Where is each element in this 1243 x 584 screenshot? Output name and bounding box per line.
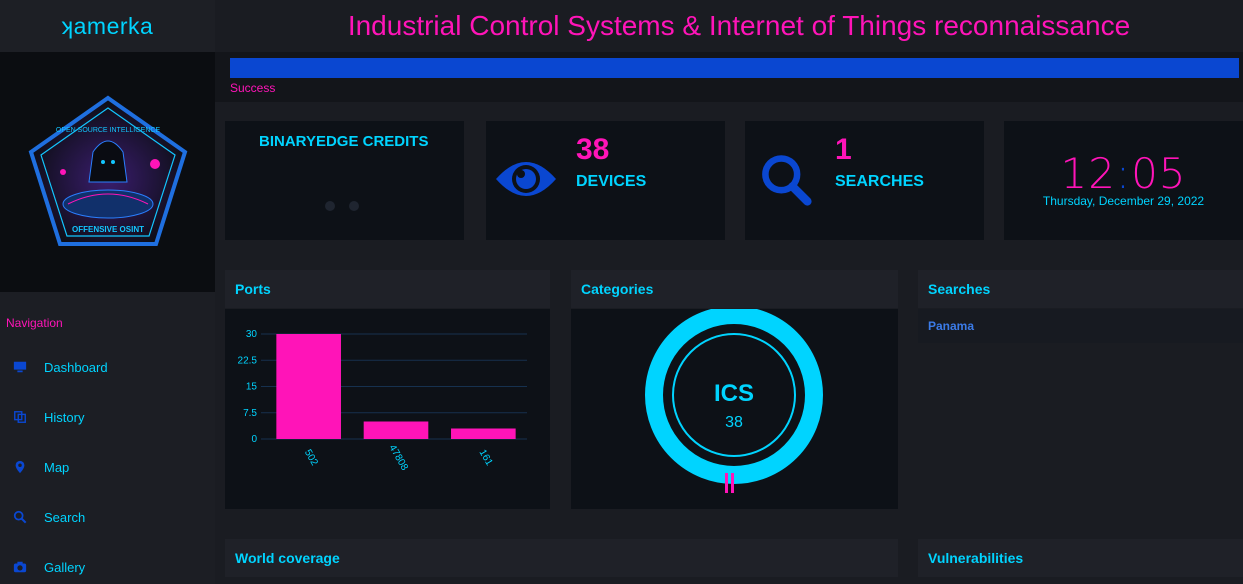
nav-item-label: History	[44, 409, 85, 425]
x-tick-label: 47808	[386, 443, 410, 473]
emblem-bottom-text: OFFENSIVE OSINT	[71, 225, 143, 234]
clock-card: 12:05 Thursday, December 29, 2022	[1004, 121, 1243, 240]
ports-chart: 30 22.5 15 7.5 0 502 47808 161	[238, 329, 527, 473]
x-tick-label: 502	[302, 448, 320, 468]
camera-icon	[12, 559, 28, 575]
loading-dots	[325, 201, 359, 211]
vulns-panel-title: Vulnerabilities	[918, 539, 1243, 577]
ports-panel: 30 22.5 15 7.5 0 502 47808 161	[225, 309, 550, 509]
clock-date: Thursday, December 29, 2022	[1042, 194, 1205, 208]
search-icon	[12, 509, 28, 525]
credits-title: BINARYEDGE CREDITS	[259, 133, 429, 150]
nav-item-label: Map	[44, 459, 70, 475]
sidebar: ʞamerka OPEN SOURCE INTELLIGENCE OFFENSI…	[0, 0, 215, 584]
donut-marker	[731, 473, 734, 493]
donut-center-label: ICS	[714, 380, 754, 407]
monitor-icon	[12, 359, 28, 375]
nav-item-gallery[interactable]: Gallery	[0, 542, 215, 584]
categories-panel: ICS 38	[571, 306, 898, 509]
emblem-top-text: OPEN SOURCE INTELLIGENCE	[55, 127, 160, 134]
app-root: ʞamerka OPEN SOURCE INTELLIGENCE OFFENSI…	[0, 0, 1243, 584]
search-history-item[interactable]: Panama	[918, 309, 1243, 343]
nav-item-label: Dashboard	[44, 359, 108, 375]
nav-item-dashboard[interactable]: Dashboard	[0, 342, 215, 392]
x-tick-label: 161	[477, 448, 495, 468]
donut-marker	[725, 473, 728, 493]
donut-center-value: 38	[725, 414, 743, 431]
map-marker-icon	[12, 459, 28, 475]
ports-panel-title: Ports	[225, 270, 550, 308]
searches-card: 1 SEARCHES	[745, 121, 984, 240]
page-header: Industrial Control Systems & Internet of…	[215, 0, 1243, 52]
clock: 12:05	[1060, 149, 1187, 198]
y-tick-label: 30	[246, 329, 258, 340]
page-title: Industrial Control Systems & Internet of…	[347, 10, 1131, 41]
status-strip: Success	[215, 52, 1243, 102]
world-panel-title: World coverage	[225, 539, 898, 577]
progress-bar	[230, 58, 1239, 78]
credits-card: BINARYEDGE CREDITS	[225, 121, 464, 240]
navigation-title: Navigation	[6, 316, 63, 330]
nav-list: Dashboard History Map Search Gallery	[0, 342, 215, 584]
search-icon	[762, 155, 812, 206]
devices-label: DEVICES	[576, 173, 647, 190]
nav-item-label: Search	[44, 509, 86, 525]
nav-item-search[interactable]: Search	[0, 492, 215, 542]
bar[interactable]	[451, 428, 516, 440]
y-tick-label: 7.5	[243, 408, 257, 419]
osint-emblem: OPEN SOURCE INTELLIGENCE OFFENSIVE OSINT	[0, 52, 215, 292]
y-tick-label: 22.5	[238, 355, 258, 366]
y-tick-label: 0	[251, 434, 257, 445]
status-label: Success	[230, 81, 276, 95]
emblem-graphic: OPEN SOURCE INTELLIGENCE OFFENSIVE OSINT	[28, 95, 187, 246]
categories-panel-title: Categories	[571, 270, 898, 308]
nav-item-label: Gallery	[44, 559, 86, 575]
progress-fill	[230, 58, 1239, 78]
searches-count: 1	[835, 133, 852, 166]
bar[interactable]	[363, 421, 429, 440]
clock-hours: 12	[1060, 149, 1116, 198]
copy-icon	[12, 409, 28, 425]
searches-label: SEARCHES	[835, 173, 924, 190]
brand-logo[interactable]: ʞamerka	[0, 0, 215, 52]
devices-card: 38 DEVICES	[486, 121, 725, 240]
clock-minutes: 05	[1131, 149, 1187, 198]
categories-chart: ICS 38	[645, 306, 823, 493]
searches-panel-title: Searches	[918, 270, 1243, 308]
y-tick-label: 15	[246, 382, 258, 393]
nav-item-map[interactable]: Map	[0, 442, 215, 492]
bar[interactable]	[276, 334, 341, 439]
devices-count: 38	[576, 133, 610, 166]
eye-icon	[496, 162, 556, 196]
nav-item-history[interactable]: History	[0, 392, 215, 442]
